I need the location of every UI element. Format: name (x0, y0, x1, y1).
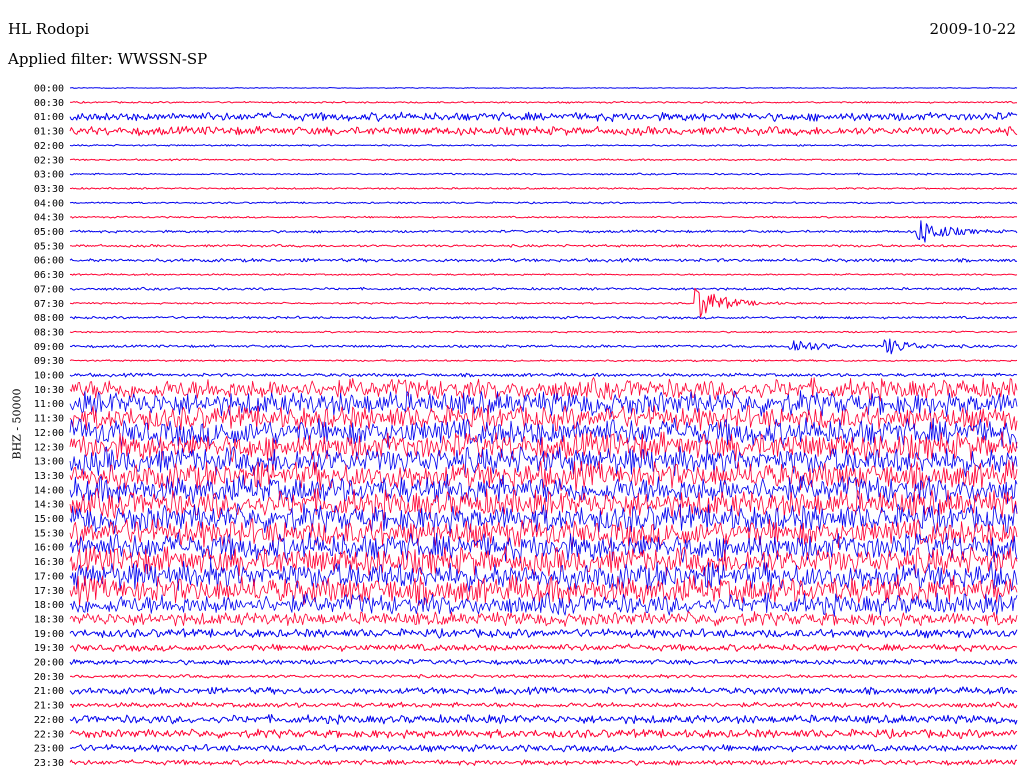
tick-label-2330: 23:30 (34, 758, 64, 769)
tick-label-2230: 22:30 (34, 729, 64, 740)
tick-label-0030: 00:30 (34, 98, 64, 109)
trace-0130 (69, 125, 1018, 137)
tick-label-0100: 01:00 (34, 112, 64, 123)
tick-label-0400: 04:00 (34, 198, 64, 209)
tick-label-1400: 14:00 (34, 485, 64, 496)
tick-label-0930: 09:30 (34, 356, 64, 367)
tick-label-1630: 16:30 (34, 557, 64, 568)
tick-label-0200: 02:00 (34, 141, 64, 152)
tick-label-1100: 11:00 (34, 399, 64, 410)
tick-label-1130: 11:30 (34, 414, 64, 425)
tick-label-1500: 15:00 (34, 514, 64, 525)
trace-1000 (69, 372, 1018, 378)
tick-label-1330: 13:30 (34, 471, 64, 482)
trace-0000 (69, 87, 1018, 89)
trace-0430 (69, 215, 1018, 219)
tick-label-0500: 05:00 (34, 227, 64, 238)
trace-2300 (69, 744, 1018, 753)
trace-0330 (69, 187, 1018, 190)
trace-2330 (69, 759, 1017, 766)
trace-0830 (69, 330, 1018, 334)
trace-0700 (69, 286, 1018, 291)
tick-label-2300: 23:00 (34, 744, 64, 755)
trace-0200 (69, 144, 1018, 147)
time-tick-labels: 00:00 00:30 01:00 01:30 02:00 02:30 03:00 03:30… (34, 84, 64, 769)
trace-1830 (69, 611, 1018, 627)
tick-label-0430: 04:30 (34, 213, 64, 224)
tick-label-0330: 03:30 (34, 184, 64, 195)
trace-0030 (69, 100, 1018, 104)
tick-label-1000: 10:00 (34, 371, 64, 382)
tick-label-1530: 15:30 (34, 528, 64, 539)
trace-0530 (69, 243, 1018, 248)
tick-label-0730: 07:30 (34, 299, 64, 310)
tick-label-0800: 08:00 (34, 313, 64, 324)
tick-label-2000: 20:00 (34, 658, 64, 669)
tick-label-0630: 06:30 (34, 270, 64, 281)
tick-label-0130: 01:30 (34, 127, 64, 138)
trace-2200 (69, 714, 1018, 725)
tick-label-0000: 00:00 (34, 84, 64, 95)
trace-1900 (69, 628, 1018, 639)
tick-label-1200: 12:00 (34, 428, 64, 439)
trace-2100 (69, 686, 1018, 696)
tick-label-1600: 16:00 (34, 543, 64, 554)
tick-label-0230: 02:30 (34, 155, 64, 166)
helicorder-plot: 00:00 00:30 01:00 01:30 02:00 02:30 03:00 03:30… (34, 84, 1018, 769)
tick-label-0530: 05:30 (34, 241, 64, 252)
tick-label-0600: 06:00 (34, 256, 64, 267)
tick-label-0700: 07:00 (34, 284, 64, 295)
tick-label-1830: 18:30 (34, 614, 64, 625)
tick-label-1800: 18:00 (34, 600, 64, 611)
trace-1800 (69, 592, 1018, 617)
trace-2130 (69, 701, 1018, 709)
tick-label-1900: 19:00 (34, 629, 64, 640)
trace-0730 (69, 287, 1018, 318)
tick-label-0900: 09:00 (34, 342, 64, 353)
tick-label-1230: 12:30 (34, 442, 64, 453)
trace-0500 (69, 220, 1018, 243)
trace-2000 (69, 658, 1018, 666)
trace-2030 (69, 674, 1018, 679)
trace-0930 (69, 359, 1018, 363)
tick-label-2200: 22:00 (34, 715, 64, 726)
trace-layer (69, 87, 1018, 766)
tick-label-0300: 03:00 (34, 170, 64, 181)
trace-0400 (69, 201, 1018, 205)
trace-1930 (69, 643, 1018, 653)
trace-0100 (69, 111, 1018, 123)
trace-0800 (69, 315, 1018, 320)
tick-label-2100: 21:00 (34, 686, 64, 697)
tick-label-1700: 17:00 (34, 571, 64, 582)
tick-label-1030: 10:30 (34, 385, 64, 396)
tick-label-1930: 19:30 (34, 643, 64, 654)
trace-0230 (69, 158, 1018, 162)
tick-label-1430: 14:30 (34, 500, 64, 511)
tick-label-2130: 21:30 (34, 701, 64, 712)
trace-0300 (69, 172, 1018, 176)
tick-label-0830: 08:30 (34, 327, 64, 338)
trace-0600 (69, 257, 1018, 263)
tick-label-2030: 20:30 (34, 672, 64, 683)
trace-1130 (69, 404, 1018, 432)
trace-0630 (69, 273, 1018, 276)
trace-0900 (69, 338, 1018, 355)
trace-2230 (69, 728, 1018, 739)
tick-label-1730: 17:30 (34, 586, 64, 597)
tick-label-1300: 13:00 (34, 457, 64, 468)
